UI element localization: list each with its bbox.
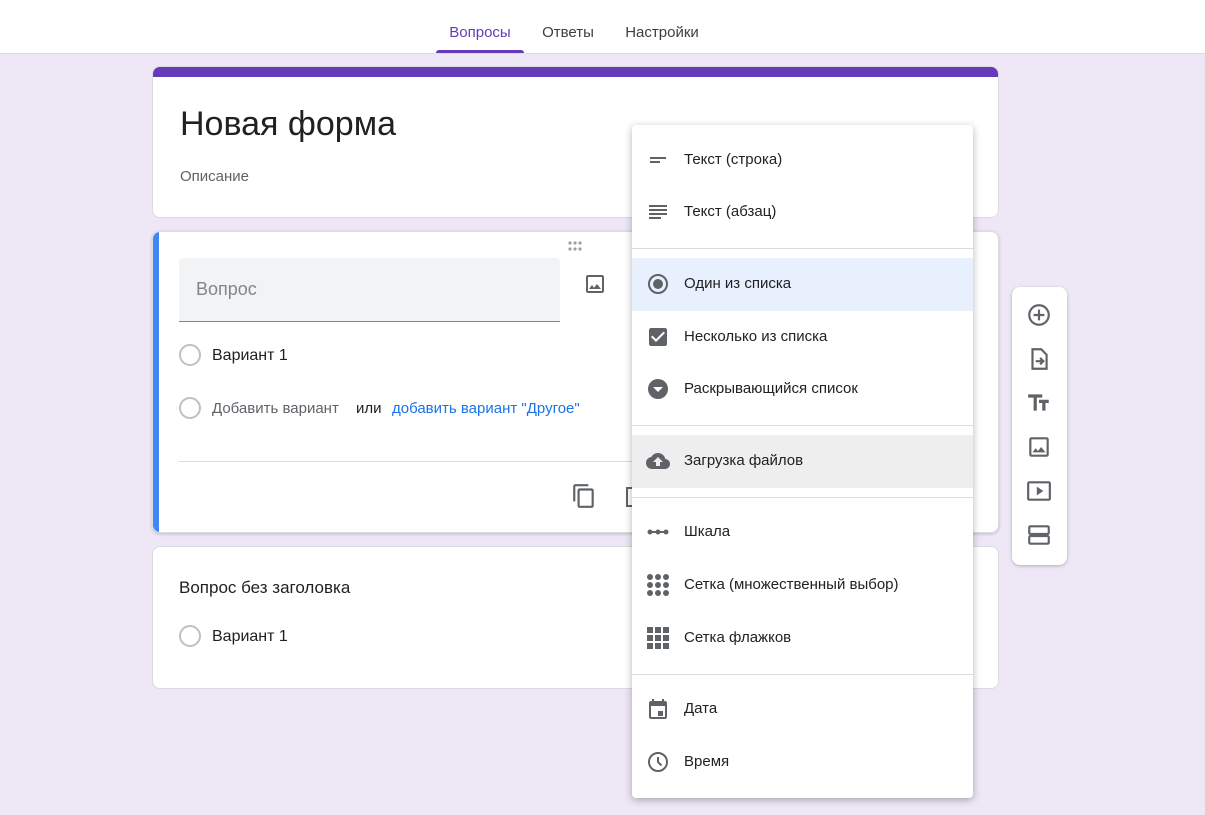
- option-1-label[interactable]: Вариант 1: [212, 347, 288, 365]
- add-title-icon[interactable]: [1026, 390, 1052, 416]
- add-option-link[interactable]: Добавить вариант: [212, 400, 339, 417]
- cloud-upload-icon: [646, 453, 670, 469]
- add-question-icon[interactable]: [1026, 302, 1052, 328]
- multiple-choice-grid-icon: [647, 574, 669, 596]
- paragraph-icon: [649, 205, 667, 219]
- or-text: или: [356, 400, 382, 417]
- add-section-icon[interactable]: [1026, 522, 1052, 548]
- menu-item-linear-scale[interactable]: Шкала: [632, 506, 973, 559]
- radio-add-option: [179, 397, 201, 419]
- question-title-input[interactable]: Вопрос: [179, 258, 560, 322]
- active-card-indicator: [153, 232, 159, 532]
- form-title[interactable]: Новая форма: [180, 105, 396, 144]
- menu-item-label: Один из списка: [684, 275, 792, 292]
- menu-separator: [632, 674, 973, 675]
- add-image-icon[interactable]: [1026, 434, 1052, 460]
- menu-item-label: Текст (строка): [684, 151, 783, 168]
- duplicate-icon[interactable]: [571, 483, 597, 509]
- clock-icon: [648, 752, 668, 772]
- q2-option-1-label: Вариант 1: [212, 628, 288, 645]
- import-questions-icon[interactable]: [1026, 346, 1052, 372]
- menu-item-label: Время: [684, 753, 730, 770]
- radio-option-q2: [179, 625, 201, 647]
- tab-responses-label: Ответы: [542, 24, 594, 41]
- floating-toolbar: [1012, 287, 1067, 565]
- title-color-band: [153, 67, 998, 77]
- menu-item-label: Раскрывающийся список: [684, 380, 858, 397]
- tab-questions-label: Вопросы: [449, 24, 511, 41]
- checkbox-grid-icon: [647, 627, 669, 649]
- menu-item-label: Загрузка файлов: [684, 452, 804, 469]
- radio-button-icon: [648, 274, 668, 294]
- menu-item-label: Текст (абзац): [684, 203, 777, 220]
- menu-separator: [632, 425, 973, 426]
- tab-questions[interactable]: Вопросы: [436, 0, 524, 53]
- menu-item-short-answer[interactable]: Текст (строка): [632, 134, 973, 187]
- checkbox-icon: [649, 328, 667, 346]
- add-image-icon[interactable]: [583, 272, 607, 296]
- question-placeholder: Вопрос: [196, 279, 257, 299]
- menu-item-label: Сетка (множественный выбор): [684, 576, 899, 593]
- menu-item-multiple-choice[interactable]: Один из списка: [632, 258, 973, 311]
- add-video-icon[interactable]: [1026, 478, 1052, 504]
- tab-settings-label: Настройки: [625, 24, 699, 41]
- tab-settings[interactable]: Настройки: [612, 0, 712, 53]
- drag-handle-icon[interactable]: [567, 240, 587, 252]
- menu-item-checkbox-grid[interactable]: Сетка флажков: [632, 612, 973, 665]
- dropdown-icon: [648, 379, 668, 399]
- active-tab-indicator: [436, 50, 524, 53]
- menu-item-label: Сетка флажков: [684, 629, 792, 646]
- card-footer-divider: [179, 461, 679, 462]
- menu-separator: [632, 248, 973, 249]
- question-2-title: Вопрос без заголовка: [179, 578, 351, 597]
- menu-item-time[interactable]: Время: [632, 736, 973, 789]
- menu-item-label: Дата: [684, 700, 718, 717]
- menu-item-checkboxes[interactable]: Несколько из списка: [632, 311, 973, 364]
- top-bar: Вопросы Ответы Настройки: [0, 0, 1205, 54]
- tab-responses[interactable]: Ответы: [530, 0, 606, 53]
- calendar-icon: [649, 699, 667, 719]
- menu-item-paragraph[interactable]: Текст (абзац): [632, 186, 973, 239]
- form-description[interactable]: Описание: [180, 168, 249, 185]
- menu-item-label: Несколько из списка: [684, 328, 828, 345]
- menu-item-multiple-choice-grid[interactable]: Сетка (множественный выбор): [632, 559, 973, 612]
- menu-separator: [632, 497, 973, 498]
- menu-item-file-upload[interactable]: Загрузка файлов: [632, 435, 973, 488]
- radio-option-1[interactable]: [179, 344, 201, 366]
- menu-item-date[interactable]: Дата: [632, 683, 973, 736]
- add-other-link[interactable]: добавить вариант "Другое": [392, 400, 580, 417]
- short-answer-icon: [650, 157, 666, 163]
- question-type-menu: Текст (строка) Текст (абзац) Один из спи…: [632, 125, 973, 798]
- linear-scale-icon: [647, 529, 669, 535]
- menu-item-dropdown[interactable]: Раскрывающийся список: [632, 363, 973, 416]
- menu-item-label: Шкала: [684, 523, 731, 540]
